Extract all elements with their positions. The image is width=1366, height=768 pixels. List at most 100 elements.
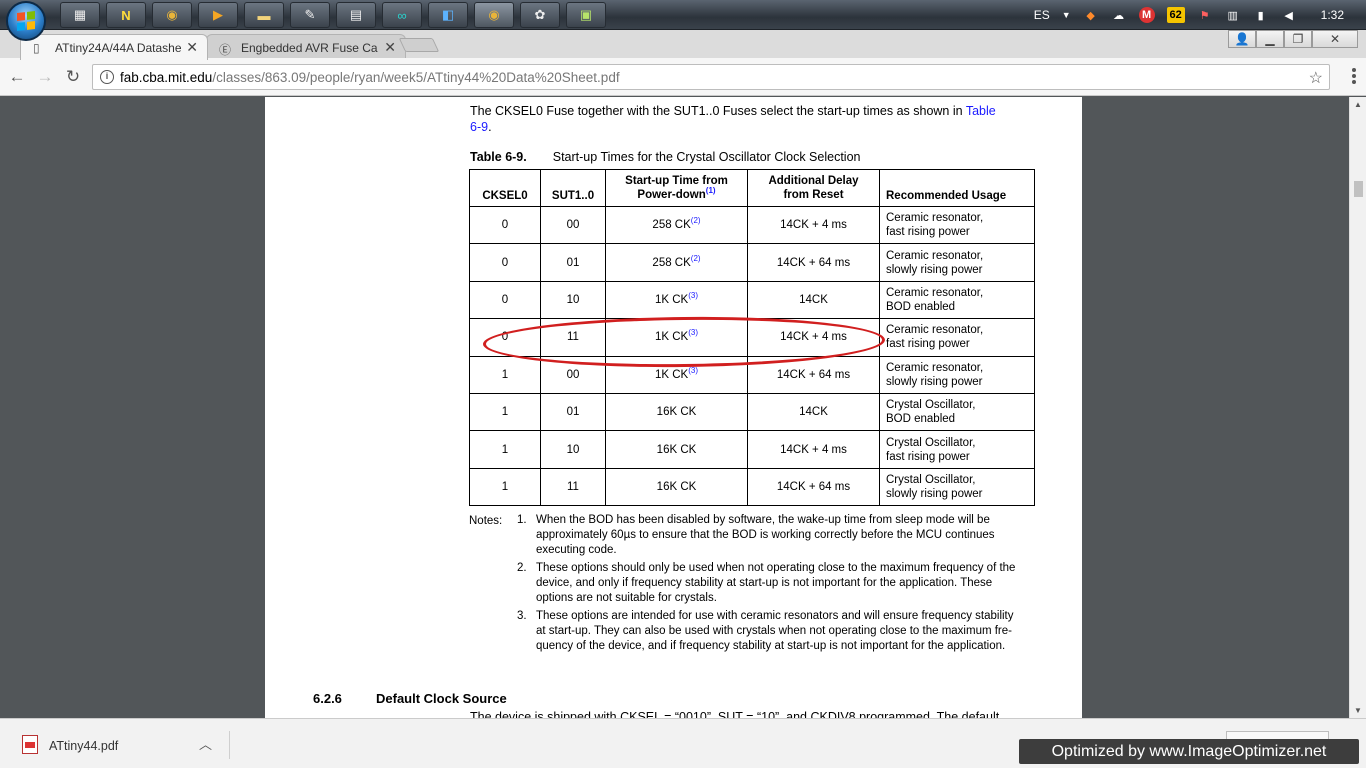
cell-delay: 14CK + 4 ms: [747, 205, 880, 245]
reload-icon[interactable]: ↻: [62, 66, 84, 88]
bookmark-star-icon[interactable]: ☆: [1309, 68, 1323, 88]
table-title: Start-up Times for the Crystal Oscillato…: [552, 150, 861, 164]
taskbar-app-game[interactable]: ✿: [520, 2, 560, 28]
badge-icon[interactable]: 62: [1166, 7, 1185, 23]
footnote-ref[interactable]: (2): [691, 254, 701, 263]
header-startup: Start-up Time from Power-down(1): [605, 169, 748, 207]
taskbar-app-blue[interactable]: ◧: [428, 2, 468, 28]
signal-icon[interactable]: ▮: [1253, 7, 1269, 23]
game-icon: ✿: [534, 7, 546, 22]
download-item[interactable]: ATtiny44.pdf ︿: [14, 731, 230, 759]
cell-sut: 00: [540, 355, 606, 394]
cloud-icon[interactable]: ☁: [1111, 7, 1127, 23]
mail-icon[interactable]: M: [1138, 7, 1155, 23]
taskbar-app-notes[interactable]: ▣: [566, 2, 606, 28]
start-button[interactable]: [6, 1, 46, 41]
cell-usage: Ceramic resonator, fast rising power: [879, 205, 1035, 245]
tray-expand-icon[interactable]: ▼: [1062, 10, 1071, 20]
cell-sut: 00: [540, 205, 606, 245]
usage-line1: Crystal Oscillator,: [886, 473, 976, 486]
forward-icon[interactable]: →: [34, 66, 56, 88]
taskbar-app-chrome-active[interactable]: ◉: [474, 2, 514, 28]
taskbar-app-arduino[interactable]: ∞: [382, 2, 422, 28]
taskbar-app-media[interactable]: ▶: [198, 2, 238, 28]
flag-icon[interactable]: ⚑: [1197, 7, 1213, 23]
taskbar-app-chrome[interactable]: ◉: [152, 2, 192, 28]
clock[interactable]: 1:32: [1321, 8, 1344, 22]
address-bar[interactable]: i fab.cba.mit.edu/classes/863.09/people/…: [92, 64, 1330, 90]
section-body-text: The device is shipped with CKSEL = “0010…: [470, 710, 1000, 718]
user-icon[interactable]: 👤: [1228, 30, 1256, 48]
taskbar-app-folder[interactable]: ▬: [244, 2, 284, 28]
cell-delay: 14CK + 4 ms: [747, 318, 880, 357]
tab-strip: ▯ ATtiny24A/44A Datashe ✕ Ⓔ Engbedded AV…: [0, 30, 1366, 60]
cell-usage: Crystal Oscillator, slowly rising power: [879, 467, 1035, 507]
notes-icon: ▣: [579, 7, 593, 22]
menu-icon[interactable]: [1352, 68, 1356, 86]
startup-value: 258 CK: [652, 256, 691, 269]
info-icon[interactable]: i: [100, 70, 114, 84]
document-icon: ▯: [33, 41, 40, 55]
new-tab-button[interactable]: [398, 38, 440, 52]
table-link[interactable]: Table: [966, 104, 996, 118]
device-icon[interactable]: ▥: [1225, 7, 1241, 23]
cell-sut: 10: [540, 280, 606, 320]
taskbar: ▦ N ◉ ▶ ▬ ✎ ▤ ∞ ◧ ◉ ✿ ▣ ES ▼ ◆ ☁ M 62 ⚑ …: [0, 0, 1366, 41]
startup-value: 16K CK: [656, 406, 697, 419]
cell-usage: Ceramic resonator, slowly rising power: [879, 355, 1035, 394]
cell-usage: Ceramic resonator, BOD enabled: [879, 280, 1035, 320]
cell-sut: 11: [540, 467, 606, 507]
minimize-icon[interactable]: ▁: [1256, 30, 1284, 48]
table-header-row: CKSEL0 SUT1..0 Start-up Time from Power-d…: [469, 169, 1035, 207]
footnote-ref[interactable]: (3): [688, 366, 698, 375]
cell-sut: 11: [540, 318, 606, 357]
taskbar-app-calc[interactable]: ▤: [336, 2, 376, 28]
vertical-scrollbar[interactable]: ▲ ▼: [1349, 97, 1366, 718]
scroll-down-icon[interactable]: ▼: [1354, 706, 1362, 715]
tab-title: Engbedded AVR Fuse Ca: [241, 40, 378, 55]
table-caption: Table 6-9. Start-up Times for the Crystal…: [470, 150, 860, 164]
volume-icon[interactable]: ◀: [1281, 7, 1297, 23]
fox-icon[interactable]: ◆: [1083, 7, 1099, 23]
taskbar-app-chip[interactable]: ▦: [60, 2, 100, 28]
scrollbar-thumb[interactable]: [1354, 181, 1363, 197]
cell-usage: Ceramic resonator, fast rising power: [879, 318, 1035, 357]
close-icon[interactable]: ✕: [384, 39, 396, 56]
language-indicator[interactable]: ES: [1034, 8, 1050, 22]
taskbar-app-n[interactable]: N: [106, 2, 146, 28]
taskbar-app-tool[interactable]: ✎: [290, 2, 330, 28]
app-icon: ◧: [441, 7, 455, 22]
pdf-viewer[interactable]: The CKSEL0 Fuse together with the SUT1..…: [0, 97, 1366, 718]
media-player-icon: ▶: [213, 7, 223, 22]
cell-startup: 16K CK: [605, 467, 748, 507]
cell-delay: 14CK + 64 ms: [747, 243, 880, 282]
footnote-ref[interactable]: (2): [691, 216, 701, 225]
table-link-number[interactable]: 6-9: [470, 120, 488, 134]
scroll-up-icon[interactable]: ▲: [1354, 100, 1362, 109]
usage-line2: slowly rising power: [886, 487, 983, 500]
table-body: 0 00 258 CK(2) 14CK + 4 ms Ceramic resonator…: [469, 205, 1035, 507]
table-row: 1 10 16K CK 14CK + 4 ms Crystal Oscillator, f…: [469, 430, 1035, 469]
chevron-up-icon[interactable]: ︿: [199, 734, 212, 753]
chrome-icon: ◉: [166, 7, 178, 22]
back-icon[interactable]: ←: [6, 66, 28, 88]
close-icon[interactable]: ✕: [186, 39, 198, 56]
usage-line1: Ceramic resonator,: [886, 361, 984, 374]
footnote-ref[interactable]: (3): [688, 291, 698, 300]
cell-startup: 1K CK(3): [605, 280, 748, 320]
notes-label: Notes:: [469, 515, 503, 527]
footnote-ref[interactable]: (1): [706, 186, 716, 195]
n-app-icon: N: [121, 7, 131, 23]
url-text[interactable]: fab.cba.mit.edu/classes/863.09/people/ry…: [120, 70, 620, 85]
tab-fuse-calc[interactable]: Ⓔ Engbedded AVR Fuse Ca ✕: [206, 34, 406, 60]
usage-line2: BOD enabled: [886, 300, 956, 313]
header-delay-line1: Additional Delay: [768, 175, 859, 187]
tab-datasheet[interactable]: ▯ ATtiny24A/44A Datashe ✕: [20, 34, 208, 60]
note-line: When the BOD has been disabled by softwa…: [536, 514, 990, 526]
footnote-ref[interactable]: (3): [688, 329, 698, 338]
header-usage: Recommended Usage: [879, 169, 1035, 207]
window-close-icon[interactable]: ✕: [1312, 30, 1358, 48]
usage-line2: fast rising power: [886, 226, 970, 239]
pdf-page: The CKSEL0 Fuse together with the SUT1..…: [265, 97, 1082, 718]
maximize-icon[interactable]: ❐: [1284, 30, 1312, 48]
